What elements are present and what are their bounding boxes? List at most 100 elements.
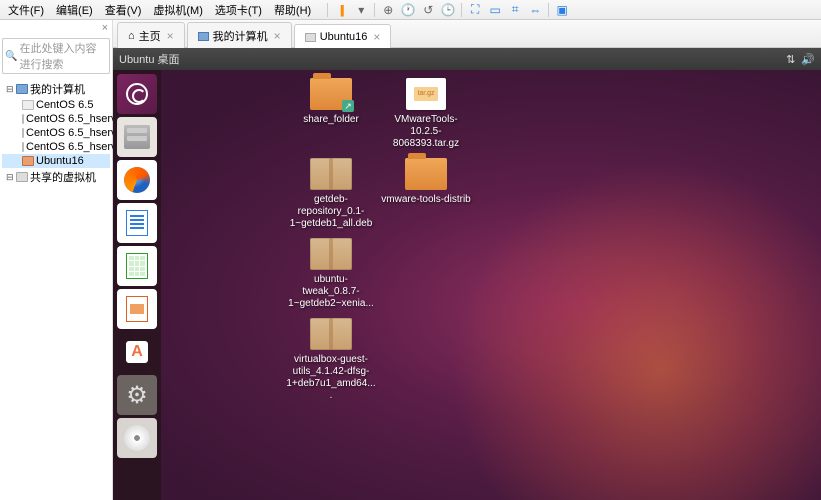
fullscreen-icon[interactable]: ⛶ (468, 3, 482, 17)
tree-item-ubuntu[interactable]: Ubuntu16 (2, 154, 110, 168)
desktop-icon[interactable]: virtualbox-guest-utils_4.1.42-dfsg-1+deb… (286, 318, 376, 402)
desktop-icon[interactable]: vmware-tools-distrib (381, 158, 471, 206)
dvd-icon (124, 425, 150, 451)
console-icon[interactable]: ⌗ (508, 3, 522, 17)
tab-home[interactable]: ⌂ 主页 × (117, 22, 185, 48)
sidebar-search-input[interactable]: 在此处键入内容进行搜索 (2, 38, 110, 74)
launcher-impress[interactable] (117, 289, 157, 329)
tree-item-centos3[interactable]: CentOS 6.5_hserver3 (2, 126, 110, 140)
desktop-icon[interactable]: getdeb-repository_0.1-1~getdeb1_all.deb (286, 158, 376, 230)
software-icon (126, 341, 148, 363)
tree-label: 共享的虚拟机 (30, 169, 96, 185)
tab-label: 主页 (139, 28, 161, 44)
sidebar: × 在此处键入内容进行搜索 ⊟ 我的计算机 CentOS 6.5 CentOS … (0, 20, 113, 500)
close-icon[interactable]: × (274, 29, 281, 43)
tree-root-shared[interactable]: ⊟ 共享的虚拟机 (2, 168, 110, 186)
launcher-files[interactable] (117, 117, 157, 157)
collapse-icon[interactable]: ⊟ (6, 84, 14, 95)
icon-label: getdeb-repository_0.1-1~getdeb1_all.deb (286, 194, 376, 230)
ubuntu-icon (126, 83, 148, 105)
vm-icon (22, 142, 24, 152)
speaker-icon[interactable]: 🔊 (801, 53, 815, 66)
vm-icon (22, 128, 24, 138)
close-icon[interactable]: × (373, 30, 380, 44)
icon-label: ubuntu-tweak_0.8.7-1~getdeb2~xenia... (286, 274, 376, 310)
tree-item-centos2[interactable]: CentOS 6.5_hserver2 (2, 112, 110, 126)
library-icon[interactable]: ▣ (555, 3, 569, 17)
tree-item-centos1[interactable]: CentOS 6.5_hserver1 (2, 140, 110, 154)
stretch-icon[interactable]: ⇔ (528, 3, 542, 17)
tree-root-mypc[interactable]: ⊟ 我的计算机 (2, 80, 110, 98)
launcher-writer[interactable] (117, 203, 157, 243)
launcher-calc[interactable] (117, 246, 157, 286)
menu-tabs[interactable]: 选项卡(T) (211, 2, 266, 18)
vm-icon (305, 33, 316, 42)
vm-tree: ⊟ 我的计算机 CentOS 6.5 CentOS 6.5_hserver2 C… (0, 76, 112, 190)
tab-label: Ubuntu16 (320, 31, 368, 43)
launcher-dvd[interactable] (117, 418, 157, 458)
desktop-icons-area: share_folder tar.gz VMwareTools-10.2.5-806… (171, 78, 821, 500)
separator (374, 3, 375, 17)
ubuntu-desktop[interactable]: ⚙ share_folder tar.gz VMwareTools-10.2.5-8… (113, 70, 821, 500)
tab-ubuntu[interactable]: Ubuntu16 × (294, 24, 392, 48)
menu-file[interactable]: 文件(F) (4, 2, 48, 18)
menu-edit[interactable]: 编辑(E) (52, 2, 97, 18)
menu-view[interactable]: 查看(V) (101, 2, 146, 18)
vm-title: Ubuntu 桌面 (119, 51, 180, 67)
folder-icon (310, 78, 352, 110)
launcher-settings[interactable]: ⚙ (117, 375, 157, 415)
menu-vm[interactable]: 虚拟机(M) (149, 2, 207, 18)
pause-icon[interactable]: || (334, 3, 348, 17)
tree-item-centos[interactable]: CentOS 6.5 (2, 98, 110, 112)
unity-icon[interactable]: ▭ (488, 3, 502, 17)
vm-icon (22, 114, 24, 124)
launcher-software[interactable] (117, 332, 157, 372)
pc-icon (16, 84, 28, 94)
vm-titlebar: Ubuntu 桌面 ⇅ 🔊 (113, 48, 821, 70)
icon-label: VMwareTools-10.2.5-8068393.tar.gz (381, 114, 471, 150)
firefox-icon (124, 167, 150, 193)
manage-icon[interactable]: 🕒 (441, 3, 455, 17)
package-icon (310, 238, 352, 270)
tree-label: CentOS 6.5 (36, 99, 93, 111)
clock-icon[interactable]: 🕐 (401, 3, 415, 17)
vm-icon (22, 156, 34, 166)
folder-icon (405, 158, 447, 190)
vm-icon (22, 100, 34, 110)
network-icon[interactable]: ⇅ (786, 53, 795, 66)
desktop-icon[interactable]: tar.gz VMwareTools-10.2.5-8068393.tar.gz (381, 78, 471, 150)
impress-icon (126, 296, 148, 322)
launcher-dash[interactable] (117, 74, 157, 114)
tab-label: 我的计算机 (213, 28, 268, 44)
calc-icon (126, 253, 148, 279)
files-icon (124, 125, 150, 149)
shared-icon (16, 172, 28, 182)
dropdown-icon[interactable]: ▾ (354, 3, 368, 17)
sidebar-close-icon[interactable]: × (0, 20, 112, 36)
close-icon[interactable]: × (167, 29, 174, 43)
collapse-icon[interactable]: ⊟ (6, 172, 14, 183)
home-icon: ⌂ (128, 30, 135, 42)
separator (461, 3, 462, 17)
vm-window: Ubuntu 桌面 ⇅ 🔊 ⚙ share_folder tar.gz VMwareT… (113, 48, 821, 500)
tree-label: Ubuntu16 (36, 155, 84, 167)
separator (548, 3, 549, 17)
icon-label: share_folder (286, 114, 376, 126)
pc-icon (198, 32, 209, 41)
unity-launcher: ⚙ (113, 70, 161, 500)
package-icon (310, 158, 352, 190)
icon-label: vmware-tools-distrib (381, 194, 471, 206)
separator (327, 3, 328, 17)
gear-icon: ⚙ (126, 381, 148, 410)
snapshot-icon[interactable]: ⊕ (381, 3, 395, 17)
tree-label: 我的计算机 (30, 81, 85, 97)
archive-icon: tar.gz (406, 78, 446, 110)
desktop-icon[interactable]: share_folder (286, 78, 376, 126)
revert-icon[interactable]: ↺ (421, 3, 435, 17)
desktop-icon[interactable]: ubuntu-tweak_0.8.7-1~getdeb2~xenia... (286, 238, 376, 310)
tab-mypc[interactable]: 我的计算机 × (187, 22, 292, 48)
menu-help[interactable]: 帮助(H) (270, 2, 315, 18)
icon-label: virtualbox-guest-utils_4.1.42-dfsg-1+deb… (286, 354, 376, 402)
launcher-firefox[interactable] (117, 160, 157, 200)
app-menubar: 文件(F) 编辑(E) 查看(V) 虚拟机(M) 选项卡(T) 帮助(H) ||… (0, 0, 821, 20)
